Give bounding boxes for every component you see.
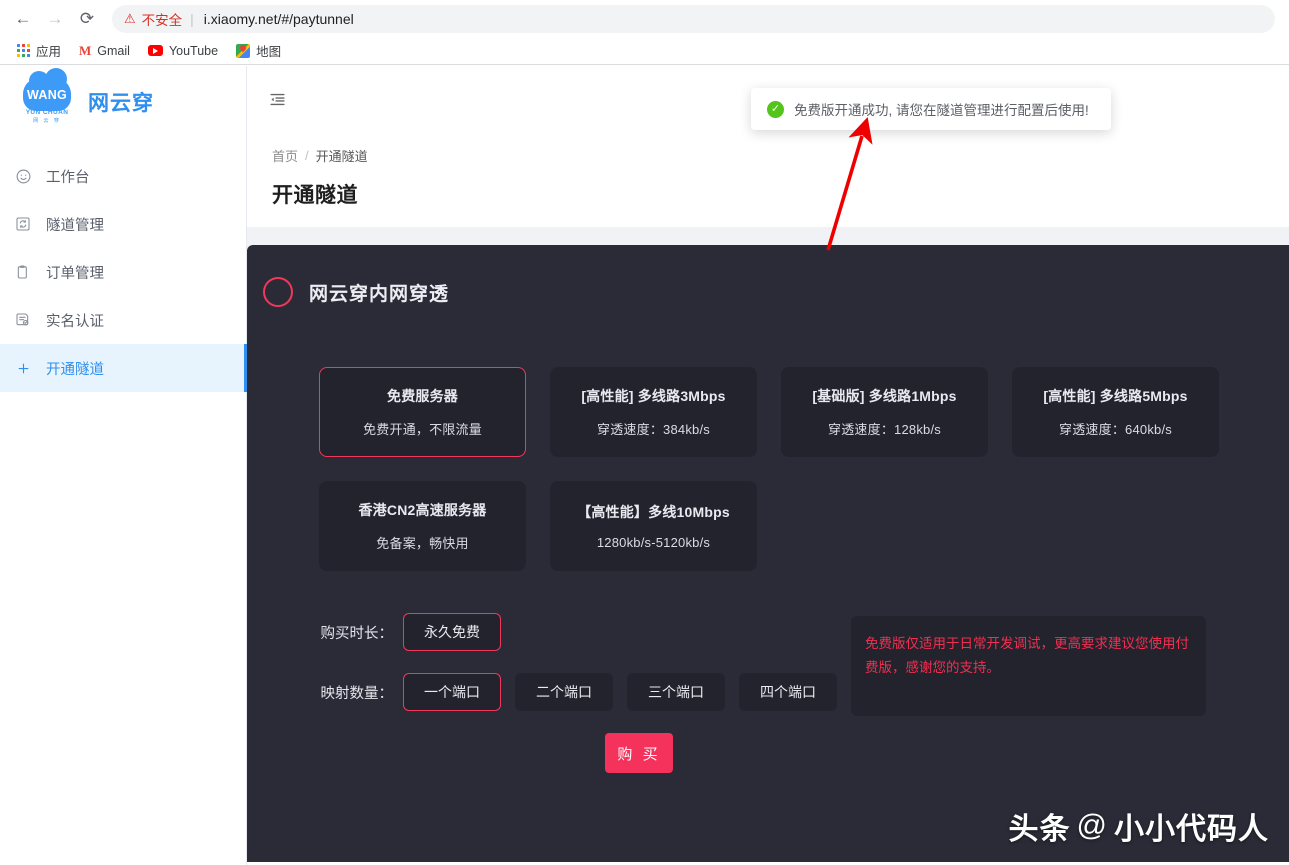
page-header: 首页 / 开通隧道 开通隧道 <box>247 132 1289 227</box>
plan-desc: 穿透速度：384kb/s <box>597 422 710 437</box>
breadcrumb: 首页 / 开通隧道 <box>272 146 1289 165</box>
id-verify-icon <box>14 311 32 329</box>
content-area: 网云穿内网穿透 免费服务器 免费开通，不限流量 [高性能] 多线路3Mbps 穿… <box>247 227 1289 862</box>
forward-arrow-icon[interactable]: → <box>40 4 70 34</box>
plan-card[interactable]: 免费服务器 免费开通，不限流量 <box>319 367 526 457</box>
duration-label: 购买时长： <box>320 625 394 642</box>
bookmark-label: 应用 <box>36 45 62 59</box>
duration-option[interactable]: 永久免费 <box>403 613 501 651</box>
bookmark-label: 地图 <box>256 45 282 59</box>
sidebar-item-label: 实名认证 <box>46 313 104 330</box>
top-bar: ✓ 免费版开通成功, 请您在隧道管理进行配置后使用! <box>247 66 1289 132</box>
back-arrow-icon[interactable]: ← <box>8 4 38 34</box>
page-title: 开通隧道 <box>272 184 358 207</box>
sidebar-item-workbench[interactable]: 工作台 <box>0 152 246 200</box>
plan-card[interactable]: 香港CN2高速服务器 免备案，畅快用 <box>319 481 526 571</box>
bookmarks-bar: 应用 M Gmail YouTube 地图 <box>0 37 1289 65</box>
plan-card[interactable]: [基础版] 多线路1Mbps 穿透速度：128kb/s <box>781 367 988 457</box>
plan-card[interactable]: [高性能] 多线路5Mbps 穿透速度：640kb/s <box>1012 367 1219 457</box>
logo-mark-sub2: 网 云 穿 <box>33 118 61 124</box>
watermark: 头条 @ 小小代码人 <box>1009 804 1269 848</box>
plan-desc: 免备案，畅快用 <box>376 536 469 551</box>
youtube-icon <box>147 45 163 56</box>
browser-window: ← → ⟳ ⚠ 不安全 | i.xiaomy.net/#/paytunnel 应… <box>0 0 1289 865</box>
plan-card[interactable]: [高性能] 多线路3Mbps 穿透速度：384kb/s <box>550 367 757 457</box>
plan-desc: 穿透速度：128kb/s <box>828 422 941 437</box>
bookmark-label: Gmail <box>97 43 130 58</box>
success-toast: ✓ 免费版开通成功, 请您在隧道管理进行配置后使用! <box>751 88 1111 130</box>
buy-row: 购 买 <box>247 733 1289 773</box>
breadcrumb-separator: / <box>305 148 309 163</box>
ports-option[interactable]: 一个端口 <box>403 673 501 711</box>
plus-icon <box>14 359 32 377</box>
google-maps-icon <box>236 43 251 58</box>
bookmark-gmail[interactable]: M Gmail <box>70 42 139 60</box>
address-bar[interactable]: ⚠ 不安全 | i.xiaomy.net/#/paytunnel <box>112 4 1275 33</box>
circle-ring-icon <box>263 277 293 307</box>
breadcrumb-home[interactable]: 首页 <box>272 146 298 165</box>
plan-name: [高性能] 多线路3Mbps <box>581 388 726 404</box>
plan-list: 免费服务器 免费开通，不限流量 [高性能] 多线路3Mbps 穿透速度：384k… <box>247 307 1279 571</box>
sidebar-item-label: 工作台 <box>46 169 90 186</box>
plan-name: [高性能] 多线路5Mbps <box>1043 388 1188 404</box>
ports-label: 映射数量： <box>320 685 394 702</box>
logo-mark-sub: YUN CHUAN <box>25 109 69 116</box>
sidebar-item-label: 开通隧道 <box>46 361 104 378</box>
url-text[interactable]: i.xiaomy.net/#/paytunnel <box>204 11 354 27</box>
not-secure-label: 不安全 <box>141 12 183 28</box>
tunnel-sync-icon <box>14 215 32 233</box>
plan-card[interactable]: 【高性能】多线10Mbps 1280kb/s-5120kb/s <box>550 481 757 571</box>
plan-name: 香港CN2高速服务器 <box>358 502 487 518</box>
sidebar-item-order-management[interactable]: 订单管理 <box>0 248 246 296</box>
plan-name: 【高性能】多线10Mbps <box>577 504 730 520</box>
free-plan-notice: 免费版仅适用于日常开发调试，更高要求建议您使用付费版，感谢您的支持。 <box>851 616 1206 716</box>
cloud-logo-icon: WANG YUN CHUAN 网 云 穿 <box>18 68 76 128</box>
watermark-handle: 小小代码人 <box>1114 813 1269 846</box>
browser-nav-bar: ← → ⟳ ⚠ 不安全 | i.xiaomy.net/#/paytunnel <box>0 0 1289 37</box>
bookmark-label: YouTube <box>168 43 219 58</box>
smiley-face-icon <box>14 167 32 185</box>
app-shell: WANG YUN CHUAN 网 云 穿 网云穿 工作台 隧道管理 订单管理 实… <box>0 66 1289 865</box>
main-content: ✓ 免费版开通成功, 请您在隧道管理进行配置后使用! 首页 / 开通隧道 开通隧… <box>247 66 1289 865</box>
plan-name: [基础版] 多线路1Mbps <box>812 388 957 404</box>
clipboard-icon <box>14 263 32 281</box>
apps-grid-icon <box>17 44 30 57</box>
buy-button[interactable]: 购 买 <box>605 733 673 773</box>
toast-message: 免费版开通成功, 请您在隧道管理进行配置后使用! <box>794 103 1089 118</box>
tunnel-purchase-panel: 网云穿内网穿透 免费服务器 免费开通，不限流量 [高性能] 多线路3Mbps 穿… <box>247 245 1289 862</box>
brand-logo[interactable]: WANG YUN CHUAN 网 云 穿 网云穿 <box>0 66 246 138</box>
plan-desc: 穿透速度：640kb/s <box>1059 422 1172 437</box>
breadcrumb-current: 开通隧道 <box>315 149 368 164</box>
sidebar: WANG YUN CHUAN 网 云 穿 网云穿 工作台 隧道管理 订单管理 实… <box>0 66 247 865</box>
panel-title: 网云穿内网穿透 <box>309 283 450 305</box>
bookmark-youtube[interactable]: YouTube <box>139 42 227 60</box>
brand-name: 网云穿 <box>88 92 154 115</box>
ports-option[interactable]: 三个端口 <box>627 673 725 711</box>
menu-fold-icon[interactable] <box>267 90 289 108</box>
plan-name: 免费服务器 <box>387 388 458 404</box>
ports-option[interactable]: 二个端口 <box>515 673 613 711</box>
plan-desc: 免费开通，不限流量 <box>363 422 482 437</box>
sidebar-item-label: 隧道管理 <box>46 217 104 234</box>
ports-option[interactable]: 四个端口 <box>739 673 837 711</box>
not-secure-warning-icon: ⚠ <box>124 11 136 26</box>
plan-desc: 1280kb/s-5120kb/s <box>596 535 711 550</box>
address-bar-divider: | <box>190 10 194 27</box>
success-check-icon: ✓ <box>767 100 784 118</box>
sidebar-menu: 工作台 隧道管理 订单管理 实名认证 开通隧道 <box>0 138 247 392</box>
bookmark-apps[interactable]: 应用 <box>8 39 70 62</box>
panel-title-row: 网云穿内网穿透 <box>247 277 1289 307</box>
reload-icon[interactable]: ⟳ <box>72 4 102 34</box>
bookmark-maps[interactable]: 地图 <box>227 39 290 62</box>
sidebar-item-identity-verification[interactable]: 实名认证 <box>0 296 246 344</box>
watermark-at: @ <box>1076 809 1108 842</box>
watermark-prefix: 头条 <box>1008 813 1071 846</box>
gmail-icon: M <box>79 43 92 58</box>
sidebar-item-tunnel-management[interactable]: 隧道管理 <box>0 200 246 248</box>
sidebar-item-label: 订单管理 <box>46 265 104 282</box>
sidebar-item-open-tunnel[interactable]: 开通隧道 <box>0 344 247 392</box>
logo-mark-text: WANG <box>26 88 68 102</box>
